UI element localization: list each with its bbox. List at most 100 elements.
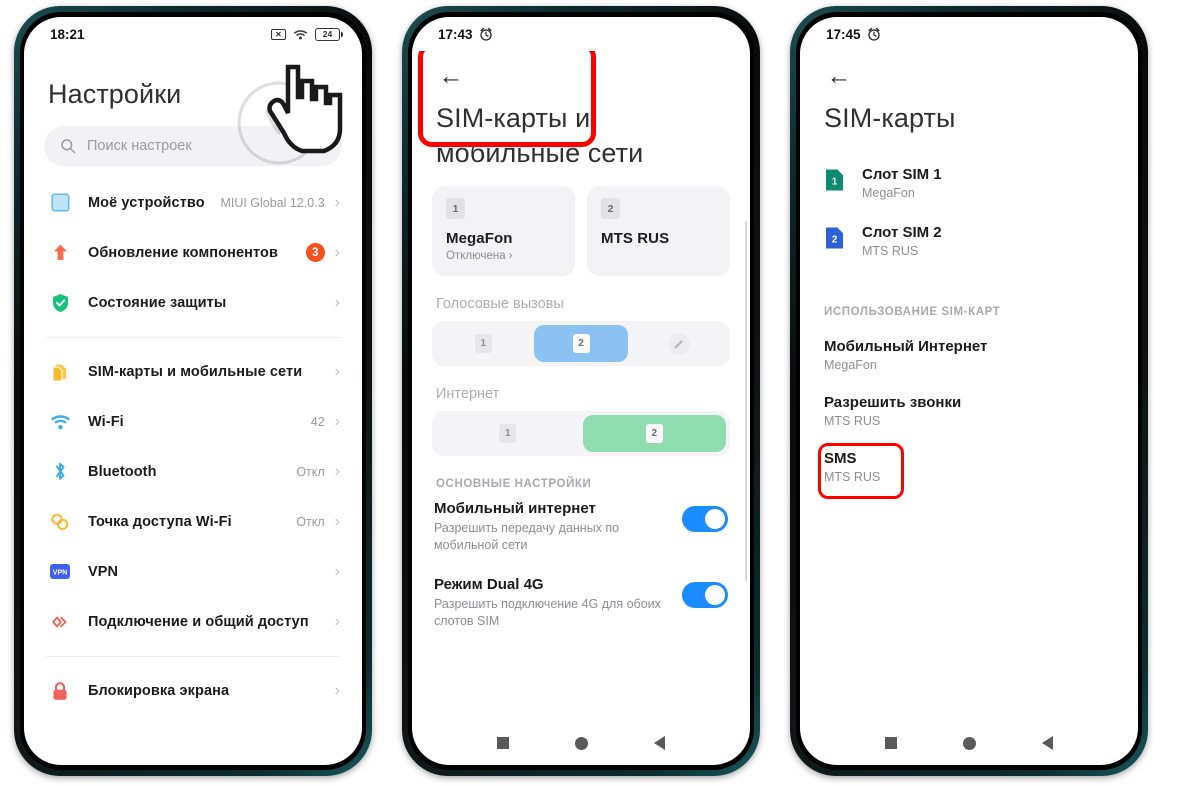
bluetooth-icon <box>46 461 74 482</box>
alarm-icon <box>867 27 881 41</box>
sidebar-item-security-status[interactable]: Состояние защиты › <box>24 278 362 328</box>
phone-1-bezel: 18:21 ✕ 24 Настройки Поиск настроек Моё … <box>20 12 366 770</box>
sim-slot-1[interactable]: 1 Слот SIM 1 MegaFon <box>800 154 1138 212</box>
sim-number-badge: 1 <box>446 198 465 220</box>
hotspot-icon <box>46 512 74 532</box>
chevron-right-icon: › <box>334 462 340 480</box>
back-nav-icon[interactable] <box>654 736 665 750</box>
toggle-dual-4g[interactable] <box>682 581 728 608</box>
pref-text: Режим Dual 4G Разрешить подключение 4G д… <box>434 576 682 630</box>
back-button[interactable]: ← <box>434 59 468 93</box>
sim-slot-title: Слот SIM 1 <box>862 165 942 183</box>
voice-option-edit[interactable] <box>631 325 726 362</box>
share-connection-icon <box>46 612 74 632</box>
sim-tiles: 1 MegaFon Отключена › 2 MTS RUS <box>412 51 750 277</box>
usage-title: Разрешить звонки <box>824 393 962 411</box>
recent-apps-icon[interactable] <box>497 737 509 749</box>
phone-1-screen: 18:21 ✕ 24 Настройки Поиск настроек Моё … <box>24 17 362 765</box>
pref-mobile-internet[interactable]: Мобильный интернет Разрешить передачу да… <box>412 500 750 554</box>
sidebar-item-my-device[interactable]: Моё устройство MIUI Global 12.0.3 › <box>24 178 362 228</box>
sim-slot-operator: MTS RUS <box>862 243 919 258</box>
chevron-right-icon: › <box>334 243 340 261</box>
phone-3-sim-cards: 17:45 ← SIM-карты 1 Слот SIM 1 MegaFon 2… <box>790 6 1148 776</box>
sim-status: Отключена › <box>446 250 513 263</box>
home-icon[interactable] <box>963 736 976 750</box>
back-button[interactable]: ← <box>822 59 856 93</box>
sim-chip-2: 2 <box>645 424 663 444</box>
internet-option-2[interactable]: 2 <box>582 415 726 453</box>
home-icon[interactable] <box>575 736 588 750</box>
battery-level: 24 <box>322 29 333 39</box>
voice-calls-selector[interactable]: 1 2 <box>432 321 730 367</box>
usage-allow-calls[interactable]: Разрешить звонки MTS RUS <box>800 394 1138 428</box>
shield-check-icon <box>46 293 74 313</box>
sim-tile-2[interactable]: 2 MTS RUS <box>587 186 730 277</box>
chevron-right-icon: › <box>334 412 340 430</box>
phone-3-content: ← SIM-карты 1 Слот SIM 1 MegaFon 2 Слот … <box>800 51 1138 721</box>
alarm-icon <box>479 27 493 41</box>
item-value: Откл <box>296 514 325 529</box>
sim-chip-1: 1 <box>474 334 492 354</box>
page-title: SIM-карты <box>824 103 956 133</box>
item-label: Wi-Fi <box>88 413 124 430</box>
status-bar-2: 17:43 <box>412 17 750 51</box>
status-right-1: ✕ 24 <box>271 27 343 41</box>
sim-slot-text: Слот SIM 2 MTS RUS <box>862 224 942 258</box>
sidebar-item-wifi[interactable]: Wi-Fi 42 › <box>24 397 362 447</box>
vpn-icon: VPN <box>46 564 74 580</box>
item-label: SIM-карты и мобильные сети <box>88 363 303 380</box>
sim-cards-icon <box>46 362 74 382</box>
svg-text:2: 2 <box>832 235 838 246</box>
settings-list-group-3: Блокировка экрана › <box>24 666 362 716</box>
item-label: Моё устройство <box>88 194 205 211</box>
usage-operator: MTS RUS <box>824 413 881 428</box>
sidebar-item-connection-sharing[interactable]: Подключение и общий доступ › <box>24 597 362 647</box>
sidebar-item-component-update[interactable]: Обновление компонентов 3 › <box>24 228 362 278</box>
sidebar-item-hotspot[interactable]: Точка доступа Wi-Fi Откл › <box>24 497 362 547</box>
back-nav-icon[interactable] <box>1042 736 1053 750</box>
pref-subtitle: Разрешить подключение 4G для обоих слото… <box>434 596 661 628</box>
sim-slot-2[interactable]: 2 Слот SIM 2 MTS RUS <box>800 212 1138 270</box>
wifi-icon <box>46 413 74 430</box>
no-sim-icon: ✕ <box>271 28 286 40</box>
status-time: 18:21 <box>50 26 85 42</box>
sim-chip-2: 2 <box>572 334 590 354</box>
sim-tile-1[interactable]: 1 MegaFon Отключена › <box>432 186 575 277</box>
usage-sms[interactable]: SMS MTS RUS <box>800 442 1138 499</box>
settings-list-group-2: SIM-карты и мобильные сети › Wi-Fi 42 › <box>24 347 362 647</box>
phone-2-content: ← SIM-карты и мобильные сети 1 MegaFon О… <box>412 51 750 721</box>
item-label: Блокировка экрана <box>88 682 230 699</box>
recent-apps-icon[interactable] <box>885 737 897 749</box>
usage-title: SMS <box>824 449 857 467</box>
sidebar-item-vpn[interactable]: VPN VPN › <box>24 547 362 597</box>
voice-option-1[interactable]: 1 <box>436 325 531 362</box>
item-label: Обновление компонентов <box>88 244 278 261</box>
battery-icon: 24 <box>315 27 343 41</box>
toggle-mobile-internet[interactable] <box>682 506 728 533</box>
device-icon <box>46 193 74 212</box>
voice-option-2[interactable]: 2 <box>533 325 629 363</box>
search-input[interactable]: Поиск настроек <box>44 125 342 166</box>
status-left-1: 18:21 <box>50 27 85 42</box>
lock-icon <box>46 681 74 701</box>
status-left-2: 17:43 <box>438 27 493 42</box>
sidebar-item-sim-cards[interactable]: SIM-карты и мобильные сети › <box>24 347 362 397</box>
navigation-bar-1 <box>24 721 362 765</box>
internet-selector[interactable]: 1 2 <box>432 411 730 457</box>
status-left-3: 17:45 <box>826 27 881 42</box>
sidebar-item-bluetooth[interactable]: Bluetooth Откл › <box>24 447 362 497</box>
scrollbar[interactable] <box>744 221 747 581</box>
usage-mobile-internet[interactable]: Мобильный Интернет MegaFon <box>800 338 1138 372</box>
sim-slot-title: Слот SIM 2 <box>862 223 942 241</box>
pencil-icon <box>667 332 690 355</box>
pref-dual-4g[interactable]: Режим Dual 4G Разрешить подключение 4G д… <box>412 576 750 630</box>
main-settings-label: ОСНОВНЫЕ НАСТРОЙКИ <box>436 478 592 491</box>
status-bar-1: 18:21 ✕ 24 <box>24 17 362 51</box>
sim-operator-name: MegaFon <box>446 230 513 248</box>
sim-chip-1: 1 <box>499 424 517 444</box>
internet-option-1[interactable]: 1 <box>436 415 580 452</box>
search-placeholder: Поиск настроек <box>87 137 192 154</box>
item-label: Подключение и общий доступ <box>88 613 309 630</box>
sidebar-item-screen-lock[interactable]: Блокировка экрана › <box>24 666 362 716</box>
sim-usage-label: ИСПОЛЬЗОВАНИЕ SIM-КАРТ <box>824 305 1001 318</box>
